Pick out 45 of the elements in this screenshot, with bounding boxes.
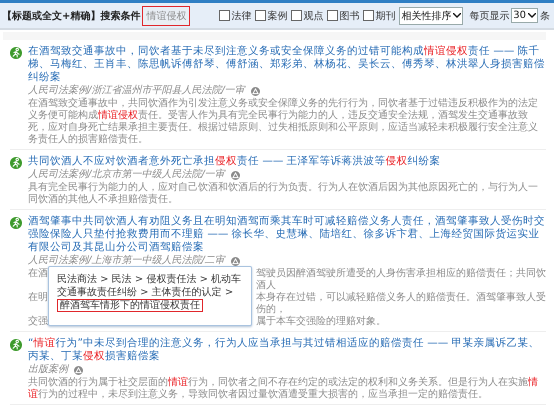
summary-fragment: 本身存在过错，可以减轻赔偿义务人的赔偿责任。酒驾肇事致人受伤的， <box>255 292 546 316</box>
search-field[interactable]: 情谊侵权 <box>142 6 190 26</box>
filter-label: 法律 <box>231 10 252 22</box>
search-scope-label: 【标题或全文+精确】搜索条件 <box>2 10 140 22</box>
filter-label: 期刊 <box>375 10 396 22</box>
figure-icon <box>10 217 22 229</box>
triangle-icon[interactable] <box>230 256 240 266</box>
source-label: 出版案例 <box>28 364 68 376</box>
summary-text: 具有完全民事行为能力的人，应对自己饮酒和饮酒后的行为负责。行为人在饮酒后因为其他原因死亡的，与行为人一同饮酒的其他人不承担赔偿责任。 <box>28 182 539 206</box>
result-title-link[interactable]: 在酒驾致交通事故中，同饮者基于未尽到注意义务或安全保障义务的过错可能构成情谊侵权责任 —— 陈千梯、马梅红、王肖丰、陈思帆诉傅舒琴、傅舒涵、郑彩弟、林杨花、吴长云、傅秀琴、林洪翠人身损害赔偿纠纷案 <box>28 45 546 84</box>
caret-icon <box>528 13 536 18</box>
checkbox[interactable] <box>327 10 338 21</box>
result-title-link[interactable]: 共同饮酒人不应对饮酒者意外死亡承担侵权责任 —— 王泽军等诉蒋洪波等侵权纠纷案 <box>28 155 546 168</box>
per-page-label: 每页显示 <box>469 10 510 22</box>
summary-text: 在酒驾致交通事故中，共同饮酒作为引发注意义务或安全保障义务的先行行为，同饮者基于过错违反积极作为的法定义务便可能构成情谊侵权责任。受害人作为具有完全民事行为能力的人，违反交通安全法规，酒驾发生交通事故致死，应对自身死亡结果承担主要责任。根据过错原则、过失相抵原则和公平原则，应适当减轻未积极履行安全注意义务责任人的损害赔偿责任。 <box>28 98 539 146</box>
checkbox[interactable] <box>363 10 374 21</box>
checkbox[interactable] <box>291 10 302 21</box>
checkbox[interactable] <box>255 10 266 21</box>
summary-fragment: 驾驶员因醉酒驾驶所遭受的人身伤害承担相应的赔偿责任；共同饮酒人 <box>255 268 546 292</box>
result-title-link[interactable]: “情谊行为”中未尽到合理的注意义务，行为人应当承担与其过错相适应的赔偿责任 —— 甲某亲属诉乙某、丙某、丁某侵权损害赔偿案 <box>28 337 546 363</box>
filter-label: 观点 <box>303 10 324 22</box>
source-label: 人民司法案例/上海市第一中级人民法院/二审 <box>28 255 225 267</box>
triangle-icon[interactable] <box>74 366 83 374</box>
summary-fragment: 在酒 <box>28 268 49 281</box>
per-page-select[interactable]: 30 <box>511 8 538 23</box>
triangle-icon[interactable] <box>250 86 260 96</box>
current-category[interactable]: 醉酒驾车情形下的情谊侵权责任 <box>57 299 203 312</box>
figure-icon <box>10 157 22 169</box>
filter-label: 图书 <box>339 10 360 22</box>
checkbox[interactable] <box>219 10 230 21</box>
filter-label: 案例 <box>267 10 288 22</box>
summary-fragment: 交强 <box>28 316 49 328</box>
summary-fragment: 属于本车交强险的理赔对象。 <box>255 316 387 328</box>
summary-text: 共同饮酒的行为属于社交层面的情谊行为，同饮者之间不存在约定的或法定的权利和义务关系。但是行为人在实施情谊行为的过程中，未尽到注意义务，导致同饮者因过量饮酒遭受重大损害的，应当承担一定的赔偿责任。 <box>28 377 539 401</box>
sort-select[interactable]: 相关性排序 <box>399 6 464 24</box>
caret-icon <box>453 13 462 18</box>
source-label: 人民司法案例/浙江省温州市平阳县人民法院/一审 <box>28 85 245 97</box>
source-label: 人民司法案例/北京市第一中级人民法院/一审 <box>28 169 225 181</box>
result-title-link[interactable]: 酒驾肇事中共同饮酒人有劝阻义务且在明知酒驾而乘其车时可减轻赔偿义务人责任，酒驾肇事致人受伤时交强险保险人只垫付抢救费用而不理赔 —— 徐长华、史慧琳、陆培红、徐多诉卞君、上海经贸国际货运实业有限公司及其昆山分公司酒驾赔偿案 <box>28 215 546 254</box>
per-page-unit: 条 <box>540 10 550 22</box>
figure-icon <box>10 339 22 351</box>
triangle-icon[interactable] <box>230 170 240 180</box>
category-path[interactable]: 民法商法 > 民法 > 侵权责任法 > 机动车交通事故责任纠纷 > 主体责任的认定 > <box>57 273 243 299</box>
summary-fragment: 在明 <box>28 292 49 305</box>
figure-icon <box>10 47 22 59</box>
